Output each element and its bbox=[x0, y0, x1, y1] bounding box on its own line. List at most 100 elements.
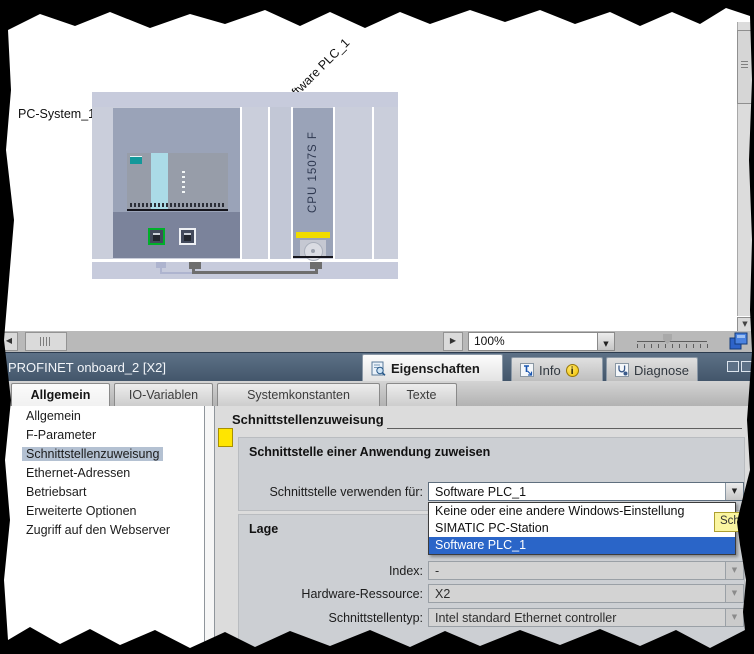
slot-divider bbox=[240, 107, 242, 259]
schnittstellentyp-select: Intel standard Ethernet controller ▼ bbox=[428, 608, 744, 627]
ethernet-port-2[interactable] bbox=[179, 228, 196, 245]
interface-use-value: Software PLC_1 bbox=[435, 485, 527, 499]
screen-chip bbox=[130, 156, 142, 164]
nav-item-schnittstellenzuweisung[interactable]: Schnittstellenzuweisung bbox=[0, 445, 204, 464]
subtab-io-variablen[interactable]: IO-Variablen bbox=[114, 383, 213, 406]
tab-label: Eigenschaften bbox=[391, 361, 480, 376]
vertical-scrollbar-thumb[interactable] bbox=[737, 30, 753, 104]
slot-divider bbox=[372, 107, 374, 259]
tooltip-popup: Sch bbox=[714, 512, 754, 532]
hardware-ressource-label: Hardware-Ressource: bbox=[301, 587, 423, 601]
nav-item-erweiterte-optionen[interactable]: Erweiterte Optionen bbox=[0, 502, 204, 521]
device-view-canvas: Software PLC_1 PC-System_1 CPU 1507S F ▼ bbox=[0, 0, 754, 333]
rack-body: CPU 1507S F bbox=[92, 107, 398, 261]
index-select: - ▼ bbox=[428, 561, 744, 580]
panel-heading: Schnittstellenzuweisung bbox=[232, 412, 384, 427]
float-window-button[interactable] bbox=[727, 361, 739, 372]
cable-segment bbox=[160, 272, 193, 274]
cpu-yellow-stripe bbox=[296, 232, 330, 238]
nav-label: Betriebsart bbox=[26, 485, 87, 499]
heading-rule bbox=[387, 428, 742, 429]
app-sheet: Software PLC_1 PC-System_1 CPU 1507S F ▼… bbox=[0, 0, 754, 654]
pc-system-label: PC-System_1 bbox=[18, 107, 96, 121]
dropdown-disabled-button: ▼ bbox=[725, 585, 743, 602]
zoom-dropdown-button[interactable]: ▼ bbox=[597, 333, 614, 350]
subtab-systemkonstanten[interactable]: Systemkonstanten bbox=[217, 383, 380, 406]
zoom-slider-thumb[interactable] bbox=[663, 334, 672, 344]
nav-label: Erweiterte Optionen bbox=[26, 504, 137, 518]
nav-item-allgemein[interactable]: Allgemein bbox=[0, 407, 204, 426]
tab-diagnose[interactable]: Diagnose bbox=[606, 357, 698, 382]
scrollbar-grip bbox=[40, 337, 52, 346]
zoom-level-value: 100% bbox=[474, 334, 505, 348]
scroll-right-button[interactable]: ▶ bbox=[443, 332, 463, 351]
interface-use-label: Schnittstelle verwenden für: bbox=[269, 485, 423, 499]
tab-info[interactable]: Info i bbox=[511, 357, 603, 382]
dropdown-option-selected[interactable]: Software PLC_1 bbox=[429, 537, 735, 554]
rack-top-rail bbox=[92, 92, 398, 107]
nav-item-betriebsart[interactable]: Betriebsart bbox=[0, 483, 204, 502]
screen-port-row bbox=[130, 203, 225, 207]
index-label: Index: bbox=[388, 564, 423, 578]
info-warning-badge: i bbox=[565, 363, 579, 377]
dropdown-open-button[interactable]: ▼ bbox=[725, 483, 743, 500]
dropdown-option[interactable]: SIMATIC PC-Station bbox=[429, 520, 735, 537]
lage-section-title: Lage bbox=[249, 522, 279, 536]
subtab-label: IO-Variablen bbox=[128, 388, 199, 402]
tab-eigenschaften[interactable]: Eigenschaften bbox=[362, 354, 503, 382]
inspector-subtab-row: Allgemein IO-Variablen Systemkonstanten … bbox=[0, 381, 754, 406]
pc-station-module[interactable] bbox=[113, 108, 240, 258]
screen-led-dots bbox=[182, 171, 185, 195]
subtab-allgemein[interactable]: Allgemein bbox=[11, 383, 110, 406]
collapse-window-button[interactable] bbox=[741, 361, 753, 372]
cable-connector bbox=[189, 262, 201, 269]
scrollbar-grip bbox=[741, 61, 748, 69]
zoom-level-select[interactable]: 100% ▼ bbox=[468, 332, 615, 351]
rack-bottom-rail bbox=[92, 262, 398, 279]
nav-label: F-Parameter bbox=[26, 428, 97, 442]
scroll-left-button[interactable]: ◀ bbox=[0, 332, 18, 351]
nav-label: Schnittstellenzuweisung bbox=[22, 447, 164, 461]
schnittstellentyp-label: Schnittstellentyp: bbox=[328, 611, 424, 625]
dropdown-option[interactable]: Keine oder eine andere Windows-Einstellu… bbox=[429, 503, 735, 520]
canvas-toolbar-row: ◀ ▶ 100% ▼ bbox=[0, 331, 754, 352]
subtab-label: Systemkonstanten bbox=[247, 388, 350, 402]
tab-label: Info bbox=[539, 362, 561, 378]
nav-scrollbar[interactable] bbox=[204, 406, 215, 654]
nav-label: Zugriff auf den Webserver bbox=[26, 523, 171, 537]
diagnose-icon bbox=[615, 363, 629, 377]
zoom-slider-track[interactable] bbox=[637, 341, 707, 342]
ethernet-port-1-selected[interactable] bbox=[148, 228, 165, 245]
screen-cyan-column bbox=[151, 153, 185, 209]
hardware-ressource-select: X2 ▼ bbox=[428, 584, 744, 603]
dropdown-disabled-button: ▼ bbox=[725, 562, 743, 579]
interface-use-select[interactable]: Software PLC_1 ▼ bbox=[428, 482, 744, 501]
inspector-content: Allgemein F-Parameter Schnittstellenzuwe… bbox=[0, 406, 754, 654]
nav-item-ethernet-adressen[interactable]: Ethernet-Adressen bbox=[0, 464, 204, 483]
inspector-titlebar: PROFINET onboard_2 [X2] Eigenschaften In… bbox=[0, 352, 754, 382]
tab-label: Diagnose bbox=[634, 362, 689, 378]
cpu-module-label: CPU 1507S F bbox=[307, 131, 319, 213]
pc-station-rack[interactable]: CPU 1507S F bbox=[92, 92, 398, 279]
horizontal-scrollbar-thumb[interactable] bbox=[25, 332, 67, 351]
port-plug-icon bbox=[153, 233, 160, 241]
interface-use-dropdown-list: Keine oder eine andere Windows-Einstellu… bbox=[428, 502, 736, 555]
inspector-title: PROFINET onboard_2 [X2] bbox=[8, 360, 167, 375]
screenshot-root: Software PLC_1 PC-System_1 CPU 1507S F ▼… bbox=[0, 0, 754, 654]
nav-item-f-parameter[interactable]: F-Parameter bbox=[0, 426, 204, 445]
cable-segment bbox=[192, 271, 318, 274]
assign-section-title: Schnittstelle einer Anwendung zuweisen bbox=[249, 445, 491, 459]
nav-label: Allgemein bbox=[26, 409, 81, 423]
dropdown-disabled-button: ▼ bbox=[725, 609, 743, 626]
properties-icon bbox=[371, 361, 386, 376]
dock-view-icon[interactable] bbox=[729, 332, 748, 351]
info-icon bbox=[520, 363, 534, 377]
subtab-texte[interactable]: Texte bbox=[386, 383, 457, 406]
cpu-port-dot bbox=[311, 249, 315, 253]
index-value: - bbox=[435, 564, 440, 578]
nav-item-webserver-zugriff[interactable]: Zugriff auf den Webserver bbox=[0, 521, 204, 540]
subtab-label: Texte bbox=[406, 388, 437, 402]
cpu-1507s-module[interactable]: CPU 1507S F bbox=[293, 108, 333, 261]
slot-divider bbox=[333, 107, 335, 259]
slot-divider bbox=[268, 107, 270, 259]
